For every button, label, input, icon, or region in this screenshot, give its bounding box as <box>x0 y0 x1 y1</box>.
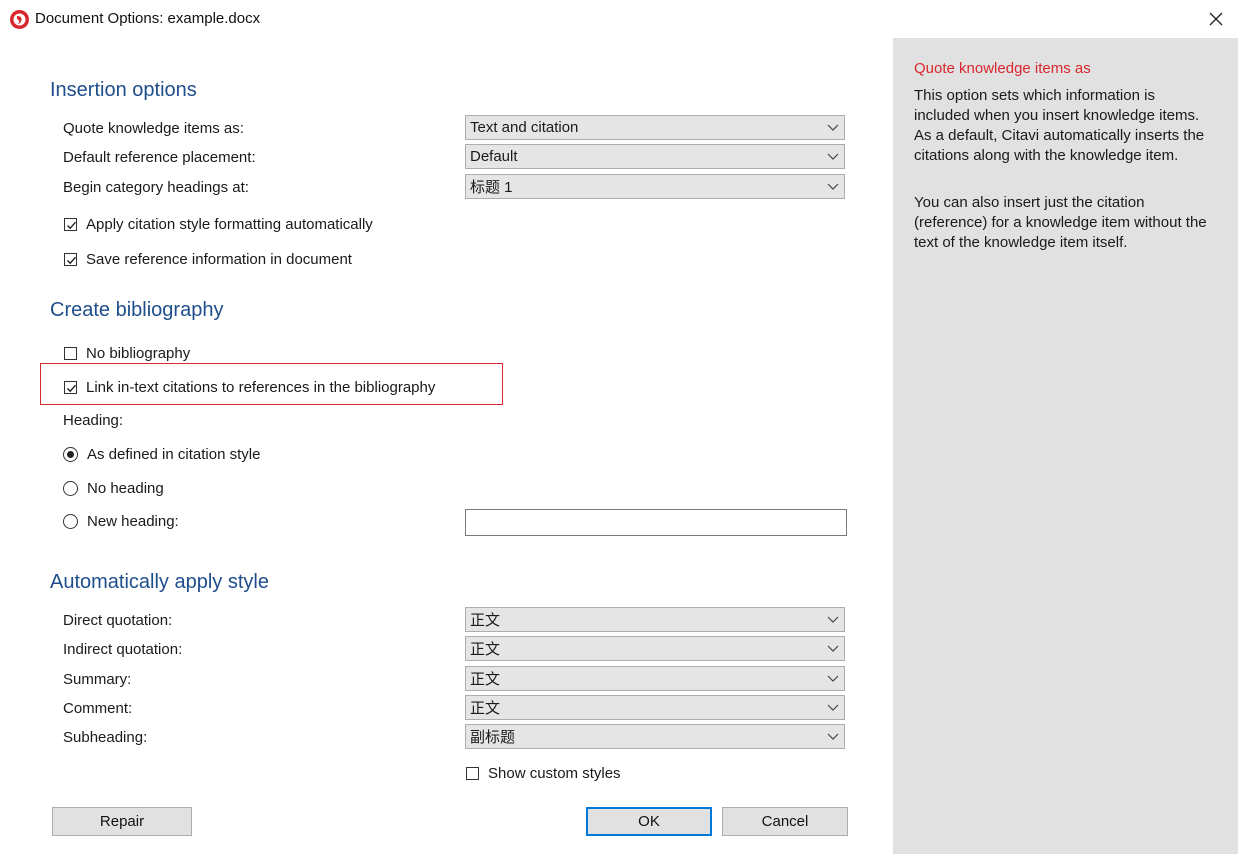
radio-selected-dot <box>67 451 74 458</box>
direct-quotation-label: Direct quotation: <box>63 612 173 629</box>
show-custom-styles-checkbox[interactable]: Show custom styles <box>466 765 621 782</box>
checkbox-box[interactable] <box>64 381 77 394</box>
section-title-insertion: Insertion options <box>50 79 197 101</box>
heading-label: Heading: <box>63 412 124 429</box>
comment-label: Comment: <box>63 700 133 717</box>
direct-quotation-value: 正文 <box>470 612 501 629</box>
help-paragraph-2: You can also insert just the citation (r… <box>914 194 1207 251</box>
heading-radio-new[interactable]: New heading: <box>63 513 179 530</box>
quote-items-label: Quote knowledge items as: <box>63 120 244 137</box>
indirect-quotation-label: Indirect quotation: <box>63 641 183 658</box>
quote-items-value: Text and citation <box>470 119 579 136</box>
indirect-quotation-value: 正文 <box>470 641 501 658</box>
help-paragraph-1: This option sets which information is in… <box>914 87 1205 164</box>
checkmark-icon <box>67 384 77 393</box>
checkmark-icon <box>67 256 77 265</box>
heading-radio-none-label: No heading <box>87 480 164 497</box>
chevron-down-icon <box>827 645 839 652</box>
section-title-styles: Automatically apply style <box>50 571 269 593</box>
ok-button[interactable]: OK <box>586 807 712 836</box>
window-title: Document Options: example.docx <box>35 10 261 27</box>
section-title-bibliography: Create bibliography <box>50 299 224 321</box>
summary-select[interactable]: 正文 <box>465 666 845 691</box>
chevron-down-icon <box>827 675 839 682</box>
close-button[interactable] <box>1201 4 1231 34</box>
radio-button[interactable] <box>63 447 78 462</box>
reference-placement-label: Default reference placement: <box>63 149 256 166</box>
cancel-button[interactable]: Cancel <box>722 807 848 836</box>
save-reference-checkbox[interactable]: Save reference information in document <box>64 251 352 268</box>
save-reference-label: Save reference information in document <box>86 251 352 268</box>
indirect-quotation-select[interactable]: 正文 <box>465 636 845 661</box>
checkbox-box[interactable] <box>64 218 77 231</box>
summary-value: 正文 <box>470 671 501 688</box>
no-bibliography-checkbox[interactable]: No bibliography <box>64 345 190 362</box>
checkbox-box[interactable] <box>64 253 77 266</box>
chevron-down-icon <box>827 733 839 740</box>
chevron-down-icon <box>827 616 839 623</box>
apply-formatting-checkbox[interactable]: Apply citation style formatting automati… <box>64 216 373 233</box>
quote-items-select[interactable]: Text and citation <box>465 115 845 140</box>
link-citations-label: Link in-text citations to references in … <box>86 379 436 396</box>
chevron-down-icon <box>827 124 839 131</box>
category-headings-value: 标题 1 <box>470 179 513 196</box>
help-title: Quote knowledge items as <box>914 60 1091 77</box>
checkbox-box[interactable] <box>466 767 479 780</box>
heading-radio-citation-style-label: As defined in citation style <box>87 446 261 463</box>
subheading-label: Subheading: <box>63 729 148 746</box>
chevron-down-icon <box>827 704 839 711</box>
subheading-value: 副标题 <box>470 729 516 746</box>
category-headings-select[interactable]: 标题 1 <box>465 174 845 199</box>
heading-radio-none[interactable]: No heading <box>63 480 164 497</box>
direct-quotation-select[interactable]: 正文 <box>465 607 845 632</box>
subheading-select[interactable]: 副标题 <box>465 724 845 749</box>
apply-formatting-label: Apply citation style formatting automati… <box>86 216 373 233</box>
show-custom-styles-label: Show custom styles <box>488 765 621 782</box>
heading-radio-new-label: New heading: <box>87 513 179 530</box>
chevron-down-icon <box>827 153 839 160</box>
chevron-down-icon <box>827 183 839 190</box>
reference-placement-select[interactable]: Default <box>465 144 845 169</box>
radio-button[interactable] <box>63 514 78 529</box>
citavi-app-icon <box>9 9 30 30</box>
summary-label: Summary: <box>63 671 132 688</box>
checkbox-box[interactable] <box>64 347 77 360</box>
checkmark-icon <box>67 221 77 230</box>
no-bibliography-label: No bibliography <box>86 345 191 362</box>
close-icon <box>1209 12 1223 26</box>
radio-button[interactable] <box>63 481 78 496</box>
link-citations-checkbox[interactable]: Link in-text citations to references in … <box>64 379 435 396</box>
repair-button[interactable]: Repair <box>52 807 192 836</box>
new-heading-input[interactable] <box>465 509 847 536</box>
reference-placement-value: Default <box>470 148 518 165</box>
heading-radio-citation-style[interactable]: As defined in citation style <box>63 446 260 463</box>
comment-select[interactable]: 正文 <box>465 695 845 720</box>
category-headings-label: Begin category headings at: <box>63 179 249 196</box>
comment-value: 正文 <box>470 700 501 717</box>
